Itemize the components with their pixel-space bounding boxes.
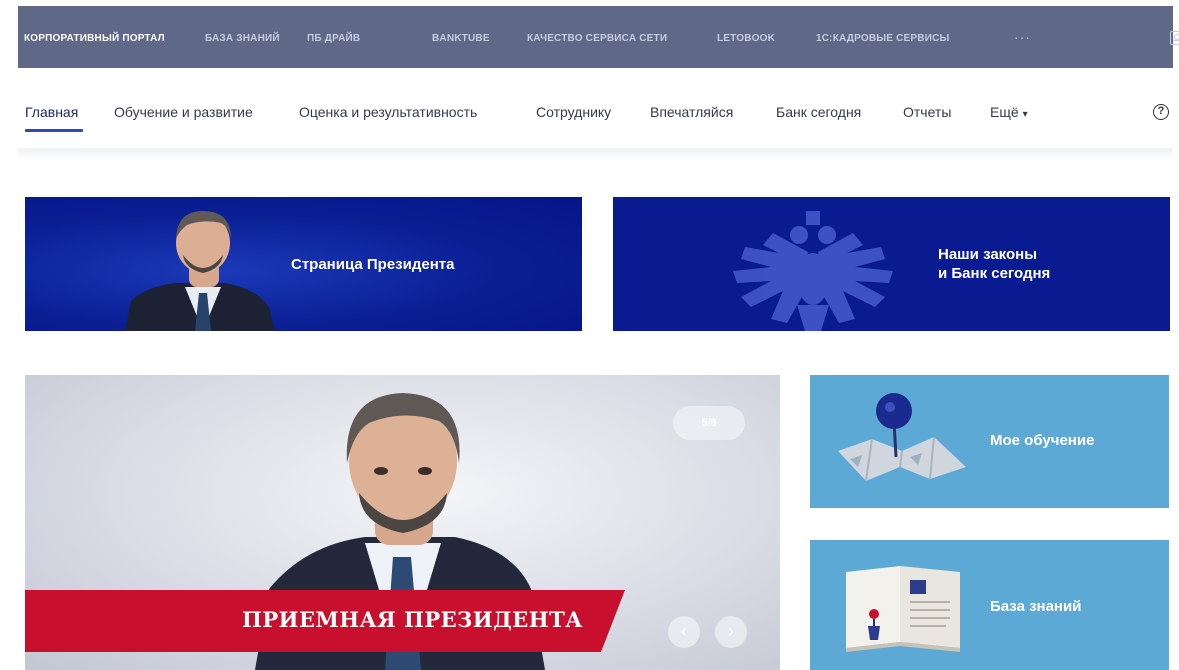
nav-item-more-label: Ещё <box>990 104 1019 120</box>
nav-item-home[interactable]: Главная <box>25 104 78 120</box>
knowledge-base-label: База знаний <box>990 598 1082 615</box>
nav-item-more[interactable]: Ещё ▾ <box>990 104 1028 120</box>
topbar-link-knowledge-base[interactable]: БАЗА ЗНАНИЙ <box>205 33 280 44</box>
eagle-emblem-image <box>733 211 893 331</box>
topbar-link-service-quality[interactable]: КАЧЕСТВО СЕРВИСА СЕТИ <box>527 33 667 44</box>
nav-item-bank-today[interactable]: Банк сегодня <box>776 104 861 120</box>
slider-prev-icon[interactable]: ‹ <box>668 616 700 648</box>
book-icon <box>846 566 960 652</box>
nav-item-employee[interactable]: Сотруднику <box>536 104 611 120</box>
slide-caption: ПРИЕМНАЯ ПРЕЗИДЕНТА <box>242 607 583 632</box>
top-bar: КОРПОРАТИВНЫЙ ПОРТАЛ БАЗА ЗНАНИЙ ПБ ДРАЙ… <box>18 6 1179 68</box>
user-card-icon[interactable] <box>1170 31 1179 45</box>
nav-item-be-impressed[interactable]: Впечатляйся <box>650 104 733 120</box>
slider-next-icon[interactable]: › <box>715 616 747 648</box>
news-slider[interactable]: 5/8 ПРИЕМНАЯ ПРЕЗИДЕНТА ‹ › <box>25 375 780 670</box>
portal-page: КОРПОРАТИВНЫЙ ПОРТАЛ БАЗА ЗНАНИЙ ПБ ДРАЙ… <box>0 0 1179 670</box>
topbar-link-hr-services[interactable]: 1С:КАДРОВЫЕ СЕРВИСЫ <box>816 33 950 44</box>
map-pin-icon <box>838 393 966 482</box>
president-page-label: Страница Президента <box>291 256 455 273</box>
knowledge-base-tile[interactable]: База знаний <box>810 540 1169 670</box>
nav-divider <box>18 148 1173 160</box>
chevron-down-icon: ▾ <box>1022 109 1028 120</box>
my-learning-tile[interactable]: Мое обучение <box>810 375 1169 508</box>
topbar-link-letobook[interactable]: LETOBOOK <box>717 33 775 44</box>
laws-banner-subtitle: и Банк сегодня <box>938 265 1051 282</box>
topbar-link-banktube[interactable]: BANKTUBE <box>432 33 490 44</box>
laws-banner[interactable]: Наши законы и Банк сегодня <box>613 197 1170 331</box>
nav-item-learning[interactable]: Обучение и развитие <box>114 104 253 120</box>
help-icon[interactable]: ? <box>1153 104 1169 120</box>
more-icon[interactable]: ··· <box>1014 29 1031 45</box>
topbar-link-corporate-portal[interactable]: КОРПОРАТИВНЫЙ ПОРТАЛ <box>24 33 165 44</box>
nav-item-evaluation[interactable]: Оценка и результативность <box>299 104 477 120</box>
main-nav: Главная Обучение и развитие Оценка и рез… <box>0 68 1179 152</box>
laws-banner-title: Наши законы <box>938 246 1038 263</box>
slide-counter: 5/8 <box>673 406 745 440</box>
my-learning-label: Мое обучение <box>990 432 1095 449</box>
topbar-link-pb-drive[interactable]: ПБ ДРАЙВ <box>307 33 360 44</box>
active-tab-underline <box>25 129 83 132</box>
nav-item-reports[interactable]: Отчеты <box>903 104 951 120</box>
president-page-banner[interactable]: Страница Президента <box>25 197 582 331</box>
